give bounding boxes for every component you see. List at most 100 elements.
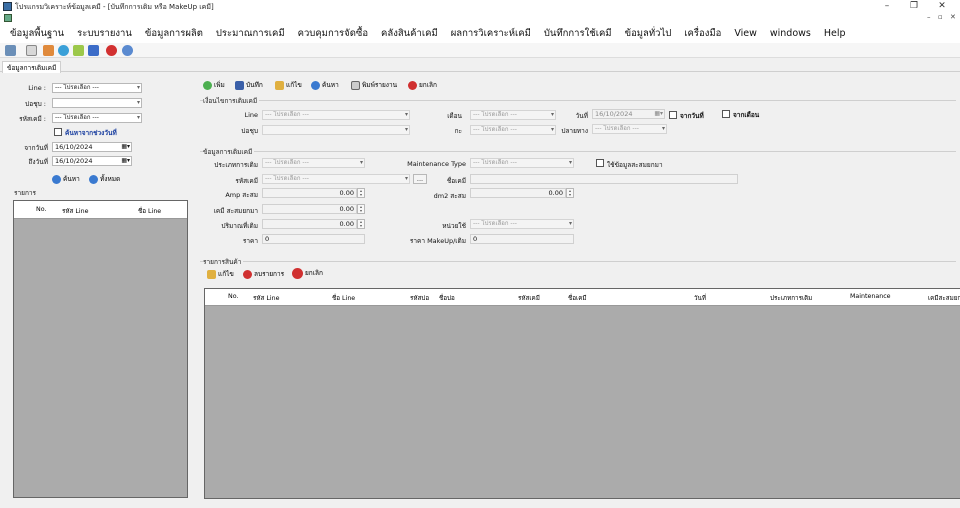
use-accum-checkbox[interactable] — [596, 159, 604, 167]
item-cancel-button[interactable]: ยกเลิก — [292, 266, 323, 280]
menu-master-data[interactable]: ข้อมูลพื้นฐาน — [10, 26, 64, 41]
cond-dest-select[interactable]: --- โปรดเลือก --- ▾ — [592, 124, 667, 134]
items-grid[interactable]: No. รหัส Line ชื่อ Line รหัสบ่อ ชื่อบ่อ … — [204, 288, 960, 499]
menu-analysis-results[interactable]: ผลการวิเคราะห์เคมี — [451, 26, 531, 41]
refresh-icon[interactable] — [58, 45, 69, 56]
col-bath-name: ชื่อบ่อ — [439, 295, 455, 302]
left-search-button[interactable]: ค้นหา — [52, 173, 80, 185]
search-button[interactable]: ค้นหา — [311, 79, 339, 91]
cancel-button[interactable]: ยกเลิก — [408, 79, 437, 91]
from-date-checkbox[interactable] — [669, 111, 677, 119]
menu-tools[interactable]: เครื่องมือ — [684, 26, 721, 41]
menu-reports[interactable]: ระบบรายงาน — [77, 26, 132, 41]
menu-chem-estimate[interactable]: ประมาณการเคมี — [216, 26, 285, 41]
to-date-picker[interactable]: 16/10/2024 ▦▾ — [52, 156, 132, 166]
chart-icon[interactable] — [73, 45, 84, 56]
unit-select[interactable]: --- โปรดเลือก --- ▾ — [470, 219, 574, 229]
item-delete-label: ลบรายการ — [254, 270, 285, 278]
carry-field[interactable]: 0.00 — [262, 204, 357, 214]
add-button[interactable]: เพิ่ม — [203, 79, 225, 91]
dm2-label: dm2 สะสม — [433, 192, 466, 200]
menu-windows[interactable]: windows — [770, 28, 811, 39]
detail-group-border — [200, 151, 956, 152]
dm2-field[interactable]: 0.00 — [470, 188, 566, 198]
chem-name-field[interactable] — [470, 174, 738, 184]
refill-type-select[interactable]: --- โปรดเลือก --- ▾ — [262, 158, 365, 168]
close-button[interactable]: ✕ — [935, 1, 949, 11]
menu-bar: ข้อมูลพื้นฐาน ระบบรายงาน ข้อมูลการผลิต ป… — [0, 23, 960, 43]
mdi-close-button[interactable]: ✕ — [950, 13, 956, 21]
menu-purchase-control[interactable]: ควบคุมการจัดซื้อ — [298, 26, 368, 41]
amp-label: Amp สะสม — [225, 191, 258, 199]
window-title: โปรแกรมวิเคราะห์ข้อมูลเคมี - [บันทึกการเ… — [15, 3, 214, 11]
carry-spinner[interactable]: ▴ ▾ — [357, 204, 365, 214]
item-delete-button[interactable]: ลบรายการ — [243, 268, 284, 280]
restore-button[interactable]: ❐ — [907, 1, 921, 11]
left-chem-select[interactable]: --- โปรดเลือก --- ▾ — [52, 113, 142, 123]
menu-chem-warehouse[interactable]: คลังสินค้าเคมี — [381, 26, 438, 41]
items-group-title: รายการสินค้า — [203, 257, 244, 267]
mdi-restore-button[interactable]: ▫ — [938, 13, 943, 21]
tab-chem-refill[interactable]: ข้อมูลการเติมเคมี — [2, 61, 62, 73]
menu-help[interactable]: Help — [824, 28, 846, 39]
search-icon — [52, 174, 61, 184]
title-bar: โปรแกรมวิเคราะห์ข้อมูลเคมี - [บันทึกการเ… — [0, 0, 960, 13]
line-list-grid[interactable]: No. รหัส Line ชื่อ Line — [13, 200, 188, 498]
qty-spinner[interactable]: ▴ ▾ — [357, 219, 365, 229]
from-date-picker[interactable]: 16/10/2024 ▦▾ — [52, 142, 132, 152]
print-preview-icon[interactable] — [26, 45, 37, 56]
print-icon[interactable] — [5, 45, 16, 56]
from-date-value: 16/10/2024 — [55, 143, 93, 151]
minimize-button[interactable]: – — [880, 1, 894, 11]
help-icon[interactable] — [122, 45, 133, 56]
to-date-label: ถึงวันที่ — [28, 158, 49, 166]
cond-bath-select[interactable]: ▾ — [262, 125, 410, 135]
cancel-icon — [292, 267, 303, 279]
chevron-down-icon: ▾ — [404, 111, 408, 118]
col-maintenance: Maintenance — [850, 293, 891, 300]
from-month-checkbox[interactable] — [722, 110, 730, 118]
qty-field[interactable]: 0.00 — [262, 219, 357, 229]
chevron-down-icon: ▾ — [136, 84, 140, 91]
book-icon[interactable] — [88, 45, 99, 56]
save-button[interactable]: บันทึก — [235, 79, 263, 91]
edit-button[interactable]: แก้ไข — [275, 79, 302, 91]
amp-field[interactable]: 0.00 — [262, 188, 357, 198]
print-report-label: พิมพ์รายงาน — [362, 81, 398, 89]
mdi-bar: – ▫ ✕ — [0, 13, 960, 23]
item-cancel-label: ยกเลิก — [305, 269, 323, 277]
item-edit-label: แก้ไข — [218, 270, 234, 278]
cond-month-select[interactable]: --- โปรดเลือก --- ▾ — [470, 110, 556, 120]
chem-browse-button[interactable]: ... — [413, 174, 427, 184]
mdi-minimize-button[interactable]: – — [927, 13, 931, 21]
price-field[interactable]: 0 — [262, 234, 365, 244]
maint-type-select[interactable]: --- โปรดเลือก --- ▾ — [470, 158, 574, 168]
menu-chem-usage[interactable]: บันทึกการใช้เคมี — [544, 26, 612, 41]
menu-production[interactable]: ข้อมูลการผลิต — [145, 26, 203, 41]
show-all-label: ทั้งหมด — [100, 175, 121, 183]
dm2-spinner[interactable]: ▴ ▾ — [566, 188, 574, 198]
chevron-down-icon: ▾ — [359, 159, 363, 166]
col-bath-code: รหัสบ่อ — [410, 295, 430, 302]
close-form-icon[interactable] — [106, 45, 117, 56]
cond-shift-select[interactable]: --- โปรดเลือก --- ▾ — [470, 125, 556, 135]
date-range-checkbox[interactable] — [54, 128, 62, 136]
makeup-price-label: ราคา MakeUp/เติม — [409, 237, 466, 245]
item-edit-button[interactable]: แก้ไข — [207, 268, 234, 280]
cond-line-select[interactable]: --- โปรดเลือก --- ▾ — [262, 110, 410, 120]
show-all-button[interactable]: ทั้งหมด — [89, 173, 120, 185]
menu-view[interactable]: View — [734, 28, 757, 39]
left-bath-select[interactable]: ▾ — [52, 98, 142, 108]
print-report-button[interactable]: พิมพ์รายงาน — [351, 79, 397, 91]
detail-chem-select[interactable]: --- โปรดเลือก --- ▾ — [262, 174, 410, 184]
left-chem-select-value: --- โปรดเลือก --- — [55, 114, 99, 121]
carry-label: เคมี สะสมยกมา — [213, 207, 258, 215]
cond-date-picker[interactable]: 16/10/2024 ▦▾ — [592, 109, 665, 119]
makeup-price-field[interactable]: 0 — [470, 234, 574, 244]
left-line-select[interactable]: --- โปรดเลือก --- ▾ — [52, 83, 142, 93]
amp-spinner[interactable]: ▴ ▾ — [357, 188, 365, 198]
export-icon[interactable] — [43, 45, 54, 56]
cond-date-value: 16/10/2024 — [595, 110, 633, 118]
refill-type-label: ประเภทการเติม — [214, 161, 258, 169]
menu-general[interactable]: ข้อมูลทั่วไป — [625, 26, 672, 41]
